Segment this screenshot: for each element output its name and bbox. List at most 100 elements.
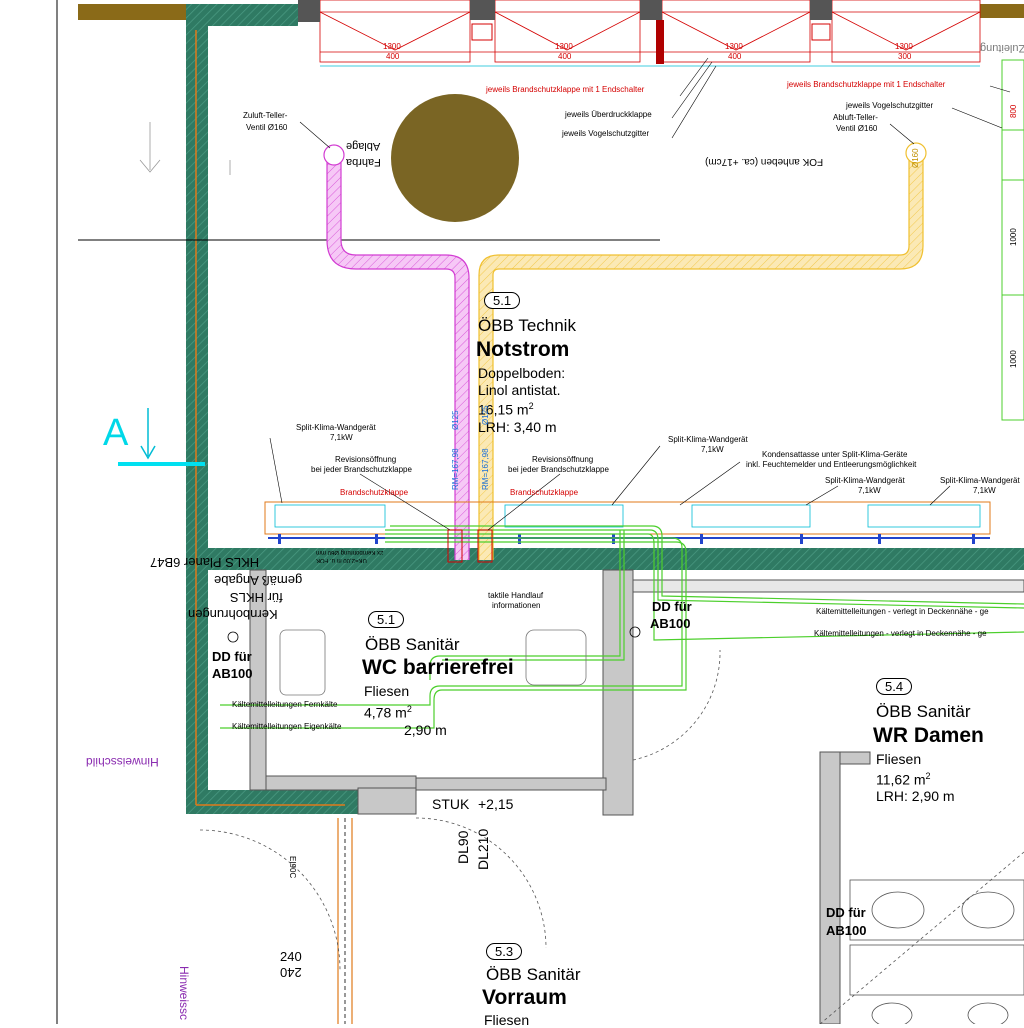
- column-disc: [391, 94, 519, 222]
- floor-plan-drawing: [56, 0, 1024, 1024]
- dim-800: 800: [1009, 104, 1018, 118]
- kern-note-2: gemäß Angabe: [214, 573, 303, 588]
- dim-300-d: 300: [898, 52, 912, 61]
- room-technik-name: Notstrom: [476, 338, 570, 361]
- room-damen-lrh: LRH: 2,90 m: [876, 788, 955, 804]
- zuluft-label-1: Zuluft-Teller-: [243, 111, 288, 120]
- split3-label-b: 7,1kW: [858, 486, 881, 495]
- dim-240-b: 240: [280, 965, 302, 980]
- fahrba-label: Fahrba: [346, 156, 381, 168]
- room-vorraum-dept: ÖBB Sanitär: [486, 965, 581, 984]
- hinweisschild-label-1: Hinweisschild: [86, 755, 159, 769]
- room-wc-number: 5.1: [368, 611, 405, 628]
- dl90-label: DL90: [455, 830, 471, 864]
- room-wc-floor: Fliesen: [364, 683, 410, 699]
- room-wc-area: 4,78 m2: [364, 704, 412, 721]
- split-units-bar: [264, 501, 991, 539]
- split1-label-a: Split-Klima-Wandgerät: [296, 423, 376, 432]
- stuk-value: +2,15: [478, 796, 514, 812]
- grey-markers: [139, 122, 231, 175]
- diameter-label: Ø160: [911, 148, 920, 168]
- section-arrow: [140, 408, 156, 460]
- room-technik-dept: ÖBB Technik: [478, 316, 576, 335]
- kondensat-label-a: Kondensattasse unter Split-Klima-Geräte: [762, 450, 908, 459]
- room-technik-number: 5.1: [484, 292, 521, 309]
- room-damen-number: 5.4: [876, 678, 913, 695]
- dim-1000-a: 1000: [1009, 228, 1018, 246]
- kaelte-label-2: Kältemittelleitungen - verlegt in Decken…: [814, 629, 987, 638]
- dim-1300-b: 1300: [555, 42, 573, 51]
- vogelschutz-label-left: jeweils Vogelschutzgitter: [562, 129, 650, 138]
- dd-left-b: AB100: [212, 666, 253, 681]
- split2-label-a: Split-Klima-Wandgerät: [668, 435, 748, 444]
- kanal-note-b: UK=2,00 m ü. FOK: [316, 557, 367, 563]
- dd-right-b: AB100: [826, 923, 867, 938]
- split4-label-b: 7,1kW: [973, 486, 996, 495]
- rm-label-right: RM=167,98: [481, 448, 490, 490]
- ueberdruck-label: jeweils Überdruckklappe: [565, 110, 652, 119]
- room-vorraum-name: Vorraum: [482, 986, 567, 1009]
- kaelte-eigen-label: Kältemittelleitungen Eigenkälte: [232, 722, 342, 731]
- taktile-label-b: informationen: [492, 601, 541, 610]
- room-technik-floor-label: Doppelboden:: [478, 365, 566, 381]
- abluft-label-1: Abluft-Teller-: [833, 113, 878, 122]
- room-wc-lrh: 2,90 m: [404, 722, 447, 738]
- taktile-label-a: taktile Handlauf: [488, 591, 544, 600]
- d125-right: Ø125: [481, 405, 490, 425]
- brandschutz-label-top-right: jeweils Brandschutzklappe mit 1 Endschal…: [787, 80, 946, 89]
- room-technik-floor: Linol antistat.: [478, 382, 561, 398]
- revision-left-a: Revisionsöffnung: [335, 455, 397, 464]
- dim-1000-b: 1000: [1009, 350, 1018, 368]
- beam-top: [78, 4, 188, 20]
- dim-240-a: 240: [280, 949, 302, 964]
- dim-1300-d: 1300: [895, 42, 913, 51]
- zuleitung-label: Zuleitung: [980, 42, 1024, 54]
- zuluft-label-2: Ventil Ø160: [246, 123, 288, 132]
- room-vorraum-number: 5.3: [486, 943, 523, 960]
- section-a-label: A: [103, 412, 129, 454]
- room-damen-floor: Fliesen: [876, 751, 922, 767]
- ablage-label: Ablage: [346, 140, 381, 152]
- orange-riser: [337, 818, 353, 1024]
- dim-1300-c: 1300: [725, 42, 743, 51]
- split3-label-a: Split-Klima-Wandgerät: [825, 476, 905, 485]
- dd-right-a: DD für: [826, 905, 866, 920]
- dim-1300-a: 1300: [383, 42, 401, 51]
- dim-400-b: 400: [558, 52, 572, 61]
- dd-mid-a: DD für: [652, 599, 692, 614]
- vogelschutz-label-right: jeweils Vogelschutzgitter: [846, 101, 934, 110]
- bsk-label-right: Brandschutzklappe: [510, 488, 579, 497]
- hinweisschild-label-2: Hinweissc: [177, 966, 191, 1021]
- kaelte-fern-label: Kältemittelleitungen Fernkälte: [232, 700, 338, 709]
- fok-note: FOK anheben (ca. +17cm): [705, 156, 824, 167]
- beam-top-right: [980, 4, 1024, 18]
- room-damen-area: 11,62 m2: [876, 771, 931, 788]
- abluft-label-2: Ventil Ø160: [836, 124, 878, 133]
- dl210-label: DL210: [475, 828, 491, 870]
- brandschutz-label-top: jeweils Brandschutzklappe mit 1 Endschal…: [486, 85, 645, 94]
- rm-label-left: RM=167,98: [451, 448, 460, 490]
- kaelte-label-1: Kältemittelleitungen - verlegt in Decken…: [816, 607, 989, 616]
- revision-left-b: bei jeder Brandschutzklappe: [311, 465, 412, 474]
- kern-note-3: für HKLS: [230, 590, 283, 605]
- stuk-label: STUK: [432, 796, 470, 812]
- revision-right-a: Revisionsöffnung: [532, 455, 594, 464]
- dim-400-c: 400: [728, 52, 742, 61]
- d125-left: Ø125: [451, 410, 460, 430]
- room-wc-name: WC barrierefrei: [362, 656, 514, 679]
- washbasins: [849, 879, 1024, 1024]
- split1-label-b: 7,1kW: [330, 433, 353, 442]
- kern-note-1: HKLS Planer 6B47: [150, 555, 260, 570]
- revision-right-b: bei jeder Brandschutzklappe: [508, 465, 609, 474]
- split4-label-a: Split-Klima-Wandgerät: [940, 476, 1020, 485]
- split2-label-b: 7,1kW: [701, 445, 724, 454]
- kanal-note-a: 2x Kernbohrung Ø60 mm: [316, 549, 384, 555]
- bsk-label-left: Brandschutzklappe: [340, 488, 409, 497]
- room-damen-name: WR Damen: [873, 724, 984, 747]
- ei90c-label: EI90C: [288, 856, 297, 879]
- dd-mid-b: AB100: [650, 616, 691, 631]
- kern-note-4: Kernbohrungen: [188, 607, 278, 622]
- room-damen-dept: ÖBB Sanitär: [876, 702, 971, 721]
- kondensat-label-b: inkl. Feuchtemelder und Entleerungsmögli…: [746, 460, 917, 469]
- dim-400-a: 400: [386, 52, 400, 61]
